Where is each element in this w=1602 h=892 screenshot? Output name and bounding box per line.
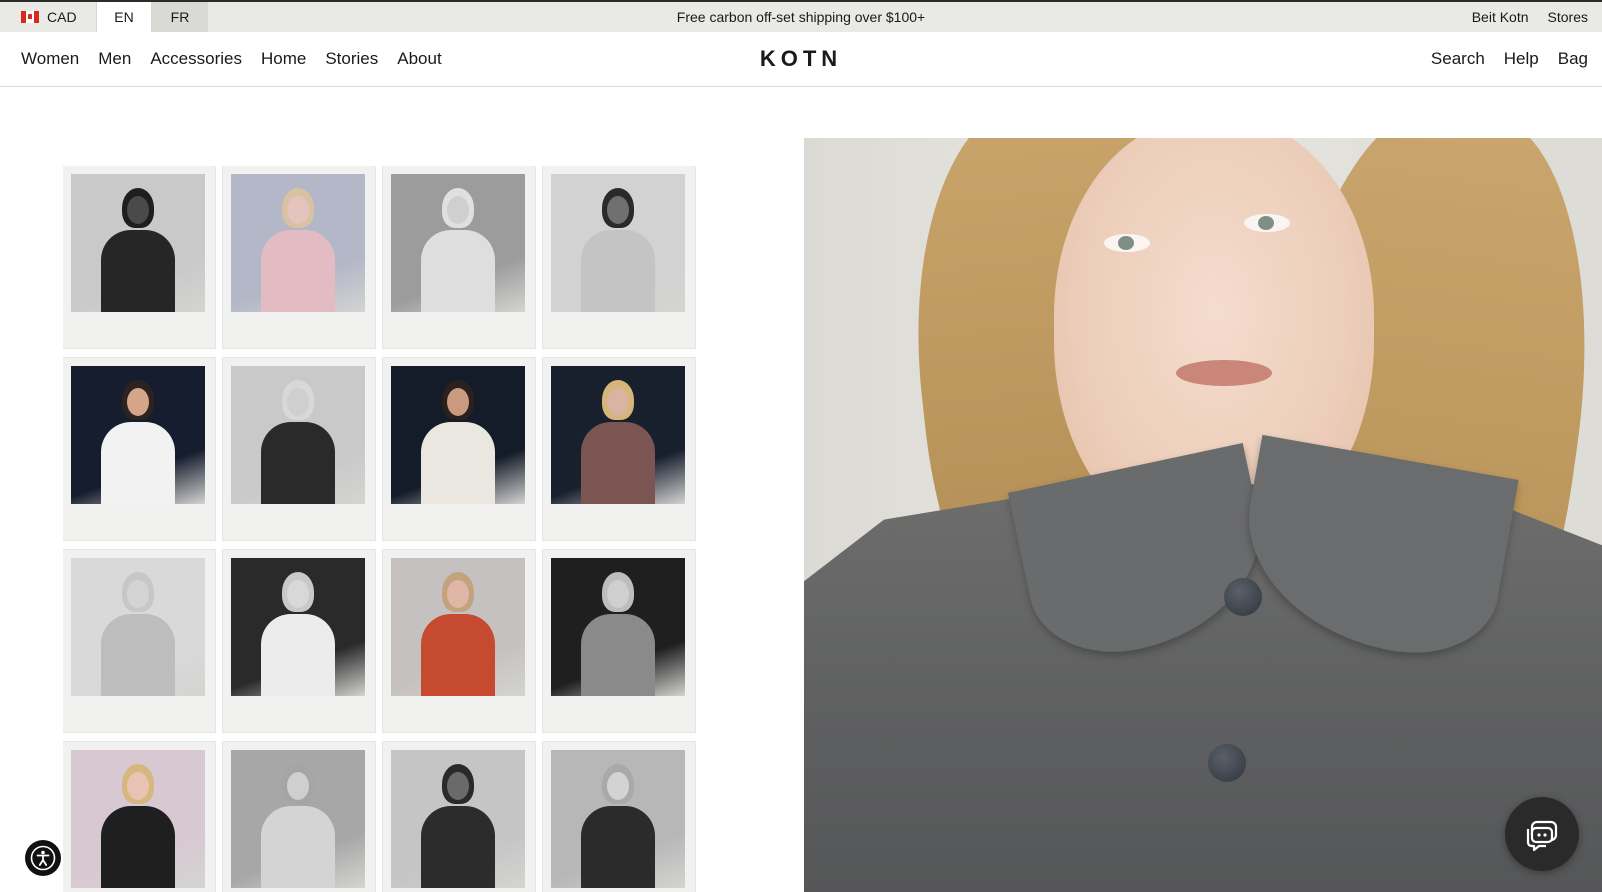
polaroid-woman-dark-coat[interactable]	[543, 742, 695, 892]
polaroid-figure-head	[447, 580, 469, 608]
polaroid-figure-body	[101, 230, 175, 312]
polaroid-figure-body	[581, 806, 655, 888]
polaroid-woman-brown-shirt[interactable]	[543, 358, 695, 540]
polaroid-figure-head	[287, 196, 309, 224]
bag-link[interactable]: Bag	[1558, 49, 1588, 69]
polaroid-woman-grey-sweater[interactable]	[543, 550, 695, 732]
polaroid-figure-body	[101, 614, 175, 696]
utility-links: Beit Kotn Stores	[1472, 9, 1588, 25]
hero-eye-right	[1244, 214, 1290, 232]
announcement-bar: CAD EN FR Free carbon off-set shipping o…	[0, 0, 1602, 32]
polaroid-grid	[63, 166, 703, 892]
polaroid-figure-head	[447, 196, 469, 224]
canada-flag-icon	[21, 11, 39, 23]
polaroid-photo	[551, 174, 685, 312]
polaroid-photo	[71, 558, 205, 696]
polaroid-photo	[71, 174, 205, 312]
polaroid-figure-body	[261, 230, 335, 312]
chat-icon	[1526, 820, 1558, 852]
polaroid-photo	[71, 366, 205, 504]
help-link[interactable]: Help	[1504, 49, 1539, 69]
polaroid-figure-body	[421, 230, 495, 312]
polaroid-woman-knit-top[interactable]	[223, 358, 375, 540]
main-nav: Women Men Accessories Home Stories About…	[0, 32, 1602, 87]
nav-actions: Search Help Bag	[1431, 49, 1588, 69]
language-en-button[interactable]: EN	[96, 2, 152, 32]
polaroid-figure-head	[287, 388, 309, 416]
polaroid-man-white-tank[interactable]	[383, 358, 535, 540]
polaroid-man-vest[interactable]	[383, 742, 535, 892]
search-link[interactable]: Search	[1431, 49, 1485, 69]
polaroid-photo	[231, 750, 365, 888]
polaroid-figure-body	[421, 806, 495, 888]
language-fr-button[interactable]: FR	[152, 2, 208, 32]
polaroid-photo	[551, 558, 685, 696]
polaroid-figure-head	[127, 196, 149, 224]
polaroid-figure-head	[607, 196, 629, 224]
polaroid-woman-pink-top[interactable]	[223, 166, 375, 348]
polaroid-figure-head	[127, 388, 149, 416]
polaroid-woman-red-vest[interactable]	[383, 550, 535, 732]
chat-button[interactable]	[1505, 797, 1579, 871]
polaroid-figure-head	[447, 388, 469, 416]
hero-eye-left	[1104, 234, 1150, 252]
polaroid-photo	[551, 750, 685, 888]
polaroid-photo	[391, 558, 525, 696]
hero-coat-button	[1208, 744, 1246, 782]
polaroid-figure-head	[607, 580, 629, 608]
polaroid-photo	[231, 558, 365, 696]
polaroid-woman-two-tone-knit[interactable]	[63, 550, 215, 732]
polaroid-figure-body	[581, 614, 655, 696]
polaroid-figure-head	[287, 580, 309, 608]
polaroid-photo	[551, 366, 685, 504]
polaroid-figure-head	[607, 388, 629, 416]
polaroid-figure-body	[581, 230, 655, 312]
polaroid-woman-back-view[interactable]	[223, 742, 375, 892]
polaroid-man-striped-shirt[interactable]	[63, 358, 215, 540]
beit-kotn-link[interactable]: Beit Kotn	[1472, 9, 1529, 25]
shipping-promo-text: Free carbon off-set shipping over $100+	[676, 9, 926, 25]
polaroid-figure-body	[101, 422, 175, 504]
accessibility-button[interactable]	[25, 840, 61, 876]
polaroid-figure-body	[261, 422, 335, 504]
polaroid-woman-headscarf[interactable]	[383, 166, 535, 348]
polaroid-photo	[231, 366, 365, 504]
polaroid-photo	[391, 750, 525, 888]
polaroid-photo	[391, 366, 525, 504]
currency-label: CAD	[47, 9, 77, 25]
hero-image[interactable]	[804, 138, 1602, 892]
polaroid-photo	[391, 174, 525, 312]
polaroid-woman-white-blouse[interactable]	[223, 550, 375, 732]
polaroid-woman-black-jacket[interactable]	[63, 742, 215, 892]
kotn-logo[interactable]: KOTN	[0, 46, 1602, 72]
polaroid-figure-head	[287, 772, 309, 800]
hero-lips	[1176, 360, 1272, 386]
currency-selector[interactable]: CAD	[0, 2, 96, 32]
polaroid-figure-body	[421, 422, 495, 504]
polaroid-figure-body	[261, 806, 335, 888]
hero-coat-button	[1224, 578, 1262, 616]
polaroid-figure-head	[447, 772, 469, 800]
polaroid-photo	[71, 750, 205, 888]
polaroid-figure-body	[581, 422, 655, 504]
polaroid-figure-head	[127, 580, 149, 608]
accessibility-icon	[30, 845, 56, 871]
polaroid-figure-body	[421, 614, 495, 696]
polaroid-figure-body	[261, 614, 335, 696]
polaroid-figure-head	[607, 772, 629, 800]
polaroid-photo	[231, 174, 365, 312]
polaroid-figure-head	[127, 772, 149, 800]
polaroid-man-dark-jacket[interactable]	[63, 166, 215, 348]
polaroid-man-shirt-tie[interactable]	[543, 166, 695, 348]
stores-link[interactable]: Stores	[1548, 9, 1588, 25]
polaroid-figure-body	[101, 806, 175, 888]
